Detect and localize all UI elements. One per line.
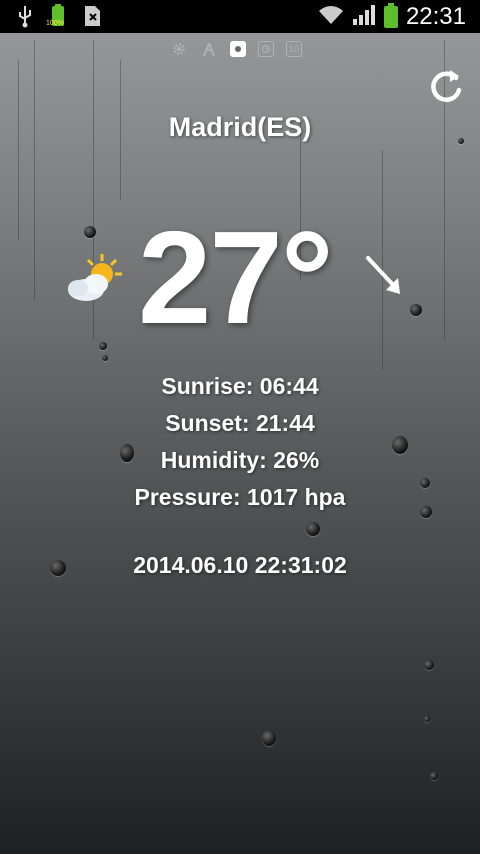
sunset-text: Sunset: 21:44 <box>165 410 315 436</box>
weather-screen: 100% 22:31 10 Madrid(ES) 27° Sunrise: 06… <box>0 0 480 854</box>
gear-icon[interactable] <box>170 40 188 58</box>
rain-drop <box>424 716 430 722</box>
rain-streak <box>18 60 19 240</box>
rain-drop <box>262 730 276 746</box>
ten-icon[interactable]: 10 <box>286 41 302 57</box>
rain-drop <box>99 342 107 350</box>
temperature: 27° <box>138 204 334 351</box>
refresh-icon[interactable] <box>426 66 466 106</box>
battery-icon <box>383 3 398 28</box>
rain-drop <box>410 304 422 316</box>
status-bar: 100% 22:31 <box>0 0 480 33</box>
city-name: Madrid(ES) <box>168 112 312 142</box>
rain-drop <box>424 660 434 670</box>
usb-icon <box>16 4 34 33</box>
pressure-text: Pressure: 1017 hpa <box>134 484 346 510</box>
status-clock: 22:31 <box>405 3 466 30</box>
clock-icon[interactable] <box>258 41 274 57</box>
weather-details: Sunrise: 06:44 Sunset: 21:44 Humidity: 2… <box>0 368 480 516</box>
humidity-text: Humidity: 26% <box>160 447 320 473</box>
rain-drop <box>102 355 108 361</box>
wifi-icon <box>318 4 344 31</box>
ten-icon-label: 10 <box>288 44 299 54</box>
battery-level-label: 100% <box>46 20 64 27</box>
partly-cloudy-icon <box>64 252 126 304</box>
sunrise-text: Sunrise: 06:44 <box>161 373 319 399</box>
wind-direction-arrow-icon <box>362 252 406 298</box>
last-updated-datetime: 2014.06.10 22:31:02 <box>133 552 347 578</box>
page-indicator[interactable]: 10 <box>170 40 302 58</box>
signal-icon <box>352 4 376 31</box>
rain-streak <box>34 40 35 300</box>
battery-full-icon: 100% <box>46 4 68 33</box>
no-sim-icon <box>82 4 102 33</box>
weather-icon[interactable] <box>230 41 246 57</box>
rain-drop <box>306 522 320 536</box>
tower-icon[interactable] <box>200 40 218 58</box>
rain-drop <box>84 226 96 238</box>
refresh-button[interactable] <box>426 66 466 106</box>
rain-drop <box>430 772 438 780</box>
